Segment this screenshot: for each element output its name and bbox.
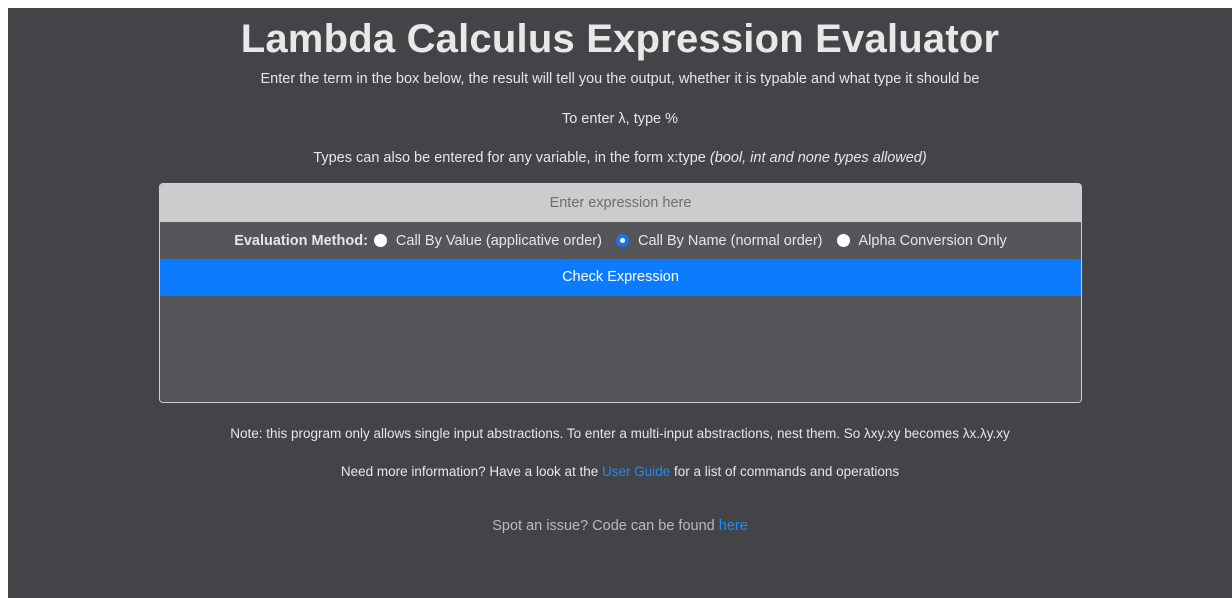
radio-call-by-name-label: Call By Name (normal order) xyxy=(637,232,823,249)
evaluator-panel: Evaluation Method: Call By Value (applic… xyxy=(159,183,1082,403)
expression-input[interactable] xyxy=(160,184,1081,222)
radio-selected-icon[interactable] xyxy=(615,234,629,247)
types-hint-text: Types can also be entered for any variab… xyxy=(313,150,710,166)
lambda-hint: To enter λ, type % xyxy=(561,111,679,127)
user-guide-text-before: Need more information? Have a look at th… xyxy=(340,464,602,479)
user-guide-line: Need more information? Have a look at th… xyxy=(8,462,1232,482)
page-title: Lambda Calculus Expression Evaluator xyxy=(240,17,1000,61)
user-guide-link[interactable]: User Guide xyxy=(602,464,670,479)
types-hint: Types can also be entered for any variab… xyxy=(8,148,1232,168)
check-expression-button[interactable]: Check Expression xyxy=(160,259,1081,296)
radio-alpha-conversion-label: Alpha Conversion Only xyxy=(858,232,1007,249)
source-code-link[interactable]: here xyxy=(719,518,748,534)
source-code-line: Spot an issue? Code can be found here xyxy=(8,516,1232,536)
radio-circle-icon[interactable] xyxy=(373,234,387,247)
radio-circle-icon[interactable] xyxy=(836,234,850,247)
result-output xyxy=(160,296,1081,402)
page: Lambda Calculus Expression Evaluator Ent… xyxy=(8,8,1232,598)
user-guide-text-after: for a list of commands and operations xyxy=(670,464,900,479)
evaluation-method-group: Evaluation Method: Call By Value (applic… xyxy=(160,222,1081,259)
radio-alpha-conversion[interactable]: Alpha Conversion Only xyxy=(836,232,1007,249)
types-hint-allowed: (bool, int and none types allowed) xyxy=(709,150,927,166)
radio-call-by-name[interactable]: Call By Name (normal order) xyxy=(615,232,823,249)
radio-call-by-value-label: Call By Value (applicative order) xyxy=(395,232,602,249)
source-code-text: Spot an issue? Code can be found xyxy=(492,518,719,534)
radio-call-by-value[interactable]: Call By Value (applicative order) xyxy=(373,232,602,249)
intro-instructions: Enter the term in the box below, the res… xyxy=(260,71,980,87)
abstraction-note: Note: this program only allows single in… xyxy=(230,426,1010,441)
evaluation-method-label: Evaluation Method: xyxy=(234,232,368,249)
